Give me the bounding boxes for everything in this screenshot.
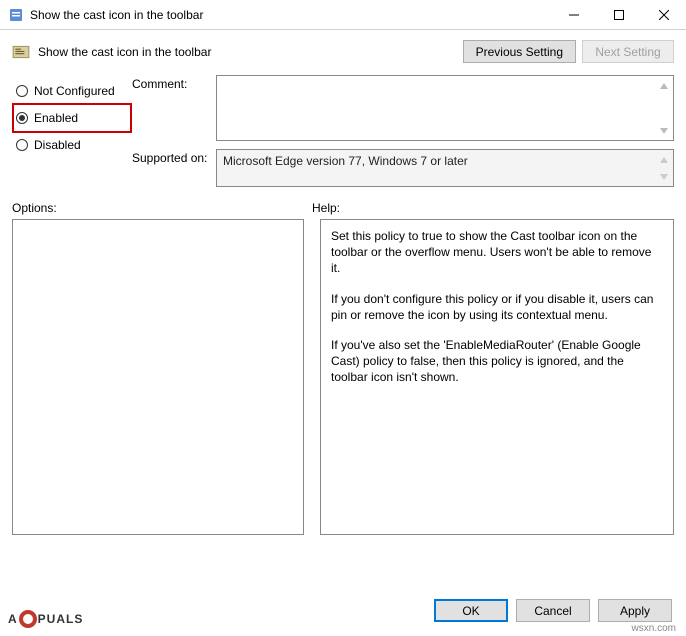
- radio-label: Disabled: [34, 138, 81, 152]
- supported-textbox: Microsoft Edge version 77, Windows 7 or …: [216, 149, 674, 187]
- header-row: Show the cast icon in the toolbar Previo…: [0, 30, 686, 69]
- ok-label: OK: [462, 604, 479, 618]
- maximize-button[interactable]: [596, 0, 641, 29]
- page-title: Show the cast icon in the toolbar: [38, 45, 463, 59]
- comment-field: Comment:: [132, 75, 674, 141]
- lower-panes: Set this policy to true to show the Cast…: [0, 219, 686, 535]
- lower-labels: Options: Help:: [0, 187, 686, 219]
- previous-setting-button[interactable]: Previous Setting: [463, 40, 576, 63]
- watermark-site: wsxn.com: [632, 623, 676, 634]
- apply-label: Apply: [620, 604, 650, 618]
- window-controls: [551, 0, 686, 29]
- radio-label: Enabled: [34, 111, 78, 125]
- scroll-down-icon: [656, 169, 671, 184]
- minimize-button[interactable]: [551, 0, 596, 29]
- watermark-text: A: [8, 612, 18, 626]
- titlebar: Show the cast icon in the toolbar: [0, 0, 686, 30]
- apply-button[interactable]: Apply: [598, 599, 672, 622]
- options-label: Options:: [12, 201, 312, 215]
- watermark-text: PUALS: [38, 612, 84, 626]
- right-column: Comment: Supported on: Microsoft Edge ve…: [132, 75, 674, 187]
- help-paragraph: Set this policy to true to show the Cast…: [331, 228, 663, 277]
- previous-setting-label: Previous Setting: [476, 45, 563, 59]
- radio-icon: [16, 139, 28, 151]
- comment-label: Comment:: [132, 75, 216, 91]
- ok-button[interactable]: OK: [434, 599, 508, 622]
- radio-disabled[interactable]: Disabled: [12, 133, 132, 157]
- comment-textbox[interactable]: [216, 75, 674, 141]
- policy-icon: [12, 43, 30, 61]
- next-setting-button: Next Setting: [582, 40, 674, 63]
- cancel-label: Cancel: [534, 604, 571, 618]
- scroll-up-icon: [656, 152, 671, 167]
- supported-label: Supported on:: [132, 149, 216, 165]
- config-row: Not Configured Enabled Disabled Comment:…: [0, 69, 686, 187]
- scroll-up-icon[interactable]: [656, 78, 671, 93]
- help-paragraph: If you've also set the 'EnableMediaRoute…: [331, 337, 663, 386]
- next-setting-label: Next Setting: [595, 45, 660, 59]
- supported-field: Supported on: Microsoft Edge version 77,…: [132, 149, 674, 187]
- watermark-logo: A PUALS: [8, 610, 83, 628]
- radio-label: Not Configured: [34, 84, 115, 98]
- help-pane: Set this policy to true to show the Cast…: [320, 219, 674, 535]
- watermark-ring-icon: [19, 610, 37, 628]
- close-button[interactable]: [641, 0, 686, 29]
- cancel-button[interactable]: Cancel: [516, 599, 590, 622]
- radio-icon: [16, 85, 28, 97]
- bottom-bar: OK Cancel Apply: [0, 589, 686, 636]
- radio-group: Not Configured Enabled Disabled: [12, 75, 132, 187]
- supported-value: Microsoft Edge version 77, Windows 7 or …: [223, 154, 468, 168]
- scroll-down-icon[interactable]: [656, 123, 671, 138]
- options-pane: [12, 219, 304, 535]
- radio-enabled[interactable]: Enabled: [12, 103, 132, 133]
- radio-icon: [16, 112, 28, 124]
- radio-not-configured[interactable]: Not Configured: [12, 79, 132, 103]
- policy-icon: [8, 7, 24, 23]
- help-label: Help:: [312, 201, 340, 215]
- help-paragraph: If you don't configure this policy or if…: [331, 291, 663, 323]
- window-title: Show the cast icon in the toolbar: [30, 8, 551, 22]
